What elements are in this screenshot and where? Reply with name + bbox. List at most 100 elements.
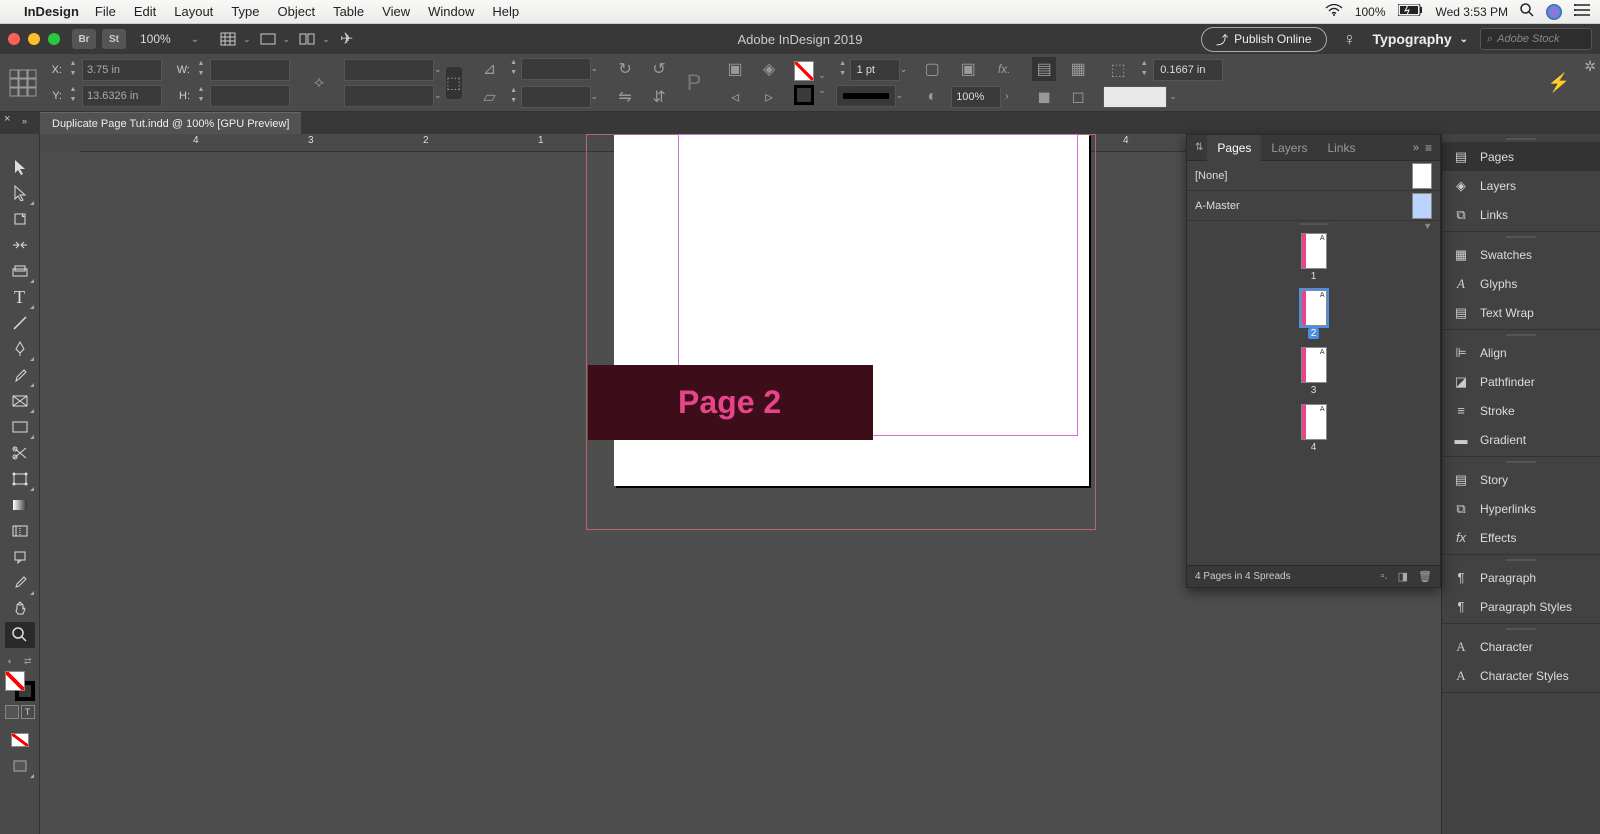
drop-shadow-icon[interactable]: ◼ <box>1032 85 1056 109</box>
dock-swatches[interactable]: ▦Swatches <box>1442 240 1600 269</box>
line-tool[interactable] <box>5 310 35 336</box>
dock-textwrap[interactable]: ▤Text Wrap <box>1442 298 1600 327</box>
screen-mode-icon[interactable] <box>257 29 279 49</box>
rotate-input[interactable] <box>521 58 591 80</box>
spotlight-icon[interactable] <box>1520 3 1534 20</box>
adobe-stock-search[interactable]: ⌕ Adobe Stock <box>1480 28 1592 50</box>
panel-collapse-icon[interactable]: ⇅ <box>1195 142 1203 153</box>
frame-fit-icon[interactable]: ▣ <box>956 57 980 81</box>
chevron-down-icon[interactable]: ⌄ <box>322 34 330 45</box>
master-none[interactable]: [None] <box>1187 161 1440 191</box>
stock-button[interactable]: St <box>102 29 126 49</box>
corner-shape-select[interactable] <box>1103 86 1167 108</box>
content-collector-tool[interactable] <box>5 258 35 284</box>
dock-stroke[interactable]: ≡Stroke <box>1442 396 1600 425</box>
menu-help[interactable]: Help <box>492 4 519 19</box>
formatting-text-icon[interactable]: T <box>21 705 35 719</box>
dock-glyphs[interactable]: AGlyphs <box>1442 269 1600 298</box>
menu-type[interactable]: Type <box>231 4 259 19</box>
chevron-down-icon[interactable]: ⌄ <box>283 34 291 45</box>
dock-layers[interactable]: ◈Layers <box>1442 171 1600 200</box>
feather-icon[interactable]: ◻ <box>1066 85 1090 109</box>
scale-x-select[interactable] <box>344 59 434 81</box>
rotate-ccw-icon[interactable]: ↺ <box>647 57 671 81</box>
dock-align[interactable]: ⊫Align <box>1442 338 1600 367</box>
constrain-proportions-icon[interactable]: ⟡ <box>307 71 331 95</box>
wifi-icon[interactable] <box>1325 4 1343 19</box>
x-input[interactable]: 3.75 in <box>82 59 162 81</box>
view-mode-icon[interactable] <box>5 753 35 779</box>
shear-input[interactable] <box>521 86 591 108</box>
dock-pathfinder[interactable]: ◪Pathfinder <box>1442 367 1600 396</box>
hand-tool[interactable] <box>5 596 35 622</box>
dock-hyperlinks[interactable]: ⧉Hyperlinks <box>1442 494 1600 523</box>
tab-layers[interactable]: Layers <box>1261 135 1317 161</box>
text-frame[interactable]: Page 2 <box>588 365 873 440</box>
maximize-window-button[interactable] <box>48 33 60 45</box>
menu-layout[interactable]: Layout <box>174 4 213 19</box>
pen-tool[interactable] <box>5 336 35 362</box>
stroke-swatch[interactable] <box>794 85 814 105</box>
workspace-select[interactable]: Typography ⌄ <box>1373 31 1468 47</box>
type-tool[interactable]: T <box>5 284 35 310</box>
select-prev-icon[interactable]: ◃ <box>723 85 747 109</box>
close-window-button[interactable] <box>8 33 20 45</box>
dock-gradient[interactable]: ▬Gradient <box>1442 425 1600 454</box>
select-content-icon[interactable]: ◈ <box>757 57 781 81</box>
page-thumb-1[interactable]: A1 <box>1301 233 1327 282</box>
view-options-icon[interactable] <box>217 29 239 49</box>
y-input[interactable]: 13.6326 in <box>82 85 162 107</box>
selection-tool[interactable] <box>5 154 35 180</box>
chevron-down-icon[interactable]: ⌄ <box>243 34 251 45</box>
select-next-icon[interactable]: ▹ <box>757 85 781 109</box>
control-menu-icon[interactable]: ✲ <box>1584 58 1596 75</box>
help-tips-icon[interactable]: ♀ <box>1339 29 1361 49</box>
datetime[interactable]: Wed 3:53 PM <box>1436 5 1508 19</box>
page-thumb-3[interactable]: A3 <box>1301 347 1327 396</box>
rectangle-tool[interactable] <box>5 414 35 440</box>
document-tab[interactable]: Duplicate Page Tut.indd @ 100% [GPU Prev… <box>40 112 301 134</box>
dock-pages[interactable]: ▤Pages <box>1442 142 1600 171</box>
quick-apply-icon[interactable]: ⚡ <box>1548 72 1570 93</box>
page-tool[interactable] <box>5 206 35 232</box>
opacity-input[interactable]: 100% <box>951 86 1001 108</box>
page-thumb-2[interactable]: A2 <box>1301 290 1327 339</box>
dock-character[interactable]: ACharacter <box>1442 632 1600 661</box>
text-wrap-bounding-icon[interactable]: ▦ <box>1066 57 1090 81</box>
menu-view[interactable]: View <box>382 4 410 19</box>
apply-color-icon[interactable] <box>5 727 35 753</box>
dock-character-styles[interactable]: ACharacter Styles <box>1442 661 1600 690</box>
gradient-swatch-tool[interactable] <box>5 492 35 518</box>
corner-options-icon[interactable]: ⬚ <box>1106 58 1130 82</box>
new-page-icon[interactable]: ◨ <box>1398 570 1408 583</box>
fill-stroke-toggle[interactable] <box>5 671 35 701</box>
menu-table[interactable]: Table <box>333 4 364 19</box>
auto-fit-icon[interactable]: ▢ <box>920 57 944 81</box>
collapse-icon[interactable]: » <box>1413 142 1419 154</box>
fill-swatch[interactable] <box>794 61 814 81</box>
tab-links[interactable]: Links <box>1317 135 1365 161</box>
master-a[interactable]: A-Master <box>1187 191 1440 221</box>
edit-page-size-icon[interactable]: ▫. <box>1381 570 1388 583</box>
fill-color-swatch[interactable] <box>5 671 25 691</box>
dock-paragraph-styles[interactable]: ¶Paragraph Styles <box>1442 592 1600 621</box>
close-tab-icon[interactable]: × <box>4 113 10 125</box>
rectangle-frame-tool[interactable] <box>5 388 35 414</box>
app-name[interactable]: InDesign <box>24 4 79 19</box>
gap-tool[interactable] <box>5 232 35 258</box>
dock-effects[interactable]: fxEffects <box>1442 523 1600 552</box>
select-container-icon[interactable]: ▣ <box>723 57 747 81</box>
menu-extras-icon[interactable] <box>1574 4 1590 19</box>
note-tool[interactable] <box>5 544 35 570</box>
tab-pages[interactable]: Pages <box>1207 135 1261 161</box>
stroke-style-select[interactable] <box>836 85 896 107</box>
rotate-cw-icon[interactable]: ↻ <box>613 57 637 81</box>
scale-y-select[interactable] <box>344 85 434 107</box>
dock-paragraph[interactable]: ¶Paragraph <box>1442 563 1600 592</box>
scissors-tool[interactable] <box>5 440 35 466</box>
flip-v-icon[interactable]: ⇵ <box>647 85 671 109</box>
h-input[interactable] <box>210 85 290 107</box>
dock-links[interactable]: ⧉Links <box>1442 200 1600 229</box>
reference-point-grid[interactable] <box>8 68 38 98</box>
zoom-tool[interactable] <box>5 622 35 648</box>
